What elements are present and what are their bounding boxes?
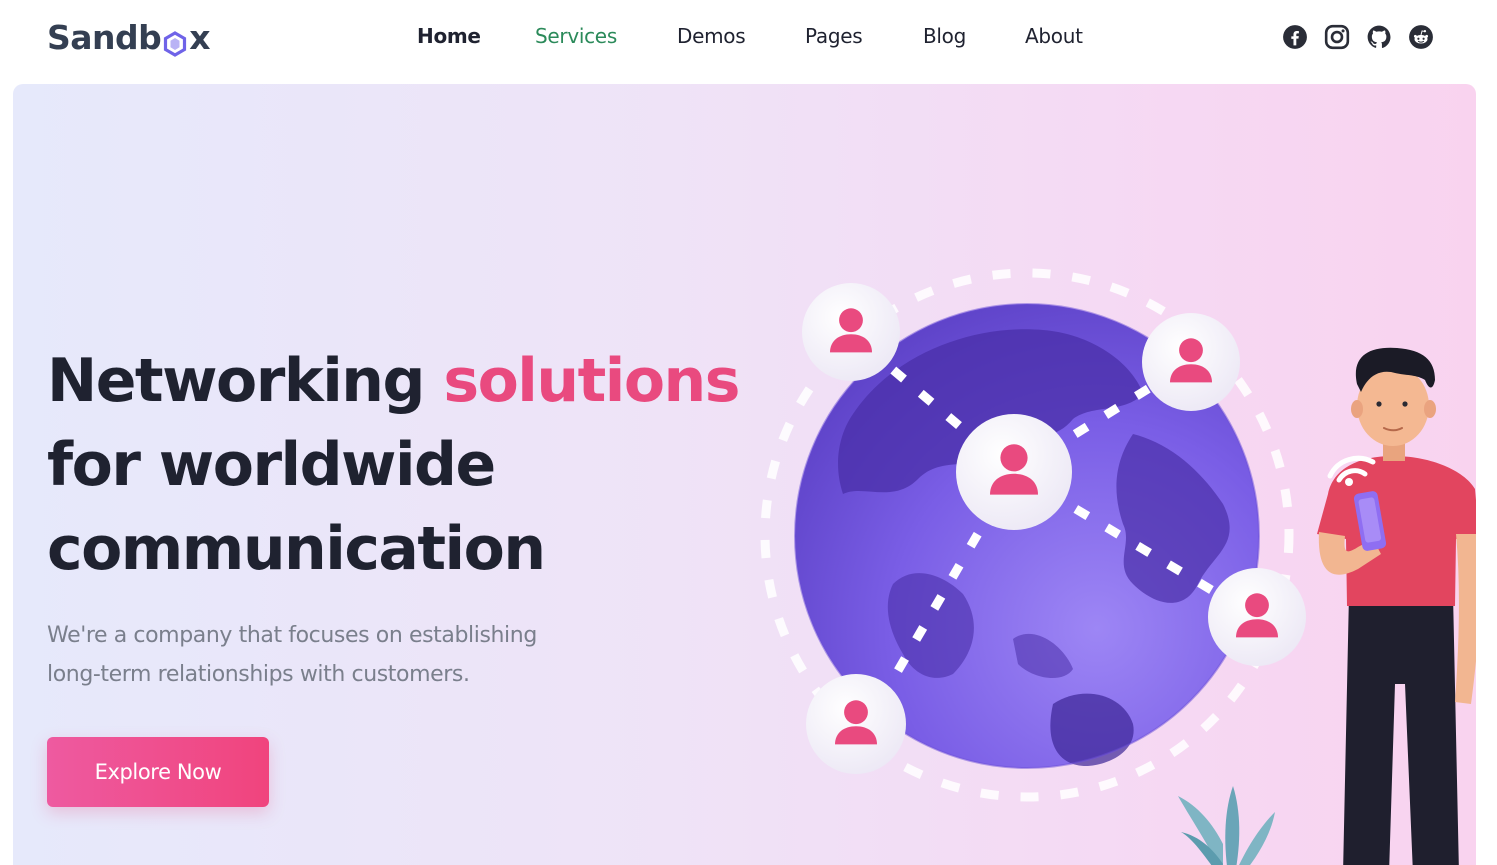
user-avatar-icon [956, 414, 1072, 530]
user-avatar-icon [1208, 568, 1306, 666]
hero-section: Networking solutions for worldwide commu… [13, 84, 1476, 865]
nav-item-blog[interactable]: Blog [923, 24, 966, 48]
facebook-icon[interactable] [1282, 24, 1308, 50]
nav-item-demos[interactable]: Demos [677, 24, 746, 48]
github-icon[interactable] [1366, 24, 1392, 50]
user-avatar-icon [1142, 313, 1240, 411]
reddit-icon[interactable] [1408, 24, 1434, 50]
user-avatar-icon [806, 674, 906, 774]
nav-item-about[interactable]: About [1025, 24, 1083, 48]
globe-network-illustration [760, 268, 1476, 865]
site-header: Sandb x Home Services Demos Pages Blog A… [0, 0, 1497, 84]
instagram-icon[interactable] [1324, 24, 1350, 50]
nav-item-home[interactable]: Home [417, 24, 481, 48]
user-avatar-icon [802, 283, 900, 381]
nav-item-services[interactable]: Services [535, 24, 617, 48]
nav-item-pages[interactable]: Pages [805, 24, 863, 48]
person-with-phone-illustration [1317, 347, 1476, 865]
main-nav: Home Services Demos Pages Blog About [0, 0, 1497, 76]
plant-illustration [1178, 786, 1275, 865]
